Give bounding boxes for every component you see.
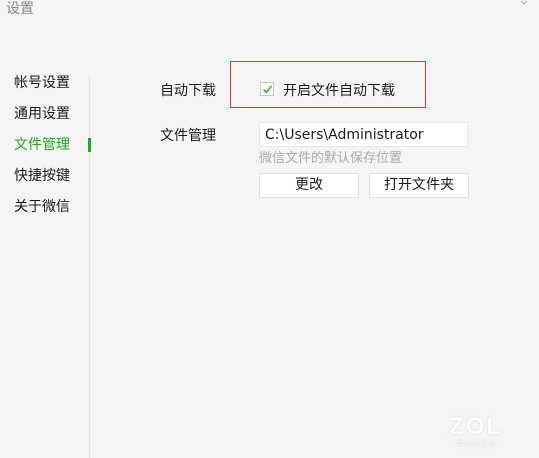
- sidebar-item-general[interactable]: 通用设置: [14, 105, 70, 123]
- auto-download-checkbox-label[interactable]: 开启文件自动下载: [283, 82, 395, 100]
- sidebar-item-account[interactable]: 帐号设置: [14, 74, 70, 92]
- close-icon[interactable]: [519, 0, 529, 6]
- auto-download-checkbox[interactable]: [260, 82, 274, 96]
- check-icon: [263, 85, 273, 94]
- sidebar-item-file-management[interactable]: 文件管理: [14, 136, 70, 154]
- file-manage-label: 文件管理: [160, 128, 216, 144]
- save-path-field[interactable]: [259, 122, 468, 147]
- sidebar-divider: [89, 76, 90, 458]
- zol-watermark: ZOL 中关村在线: [445, 414, 507, 450]
- sidebar-item-about[interactable]: 关于微信: [14, 198, 70, 216]
- open-folder-button[interactable]: 打开文件夹: [369, 173, 469, 198]
- auto-download-label: 自动下载: [160, 83, 216, 99]
- save-path-hint: 微信文件的默认保存位置: [259, 151, 403, 166]
- active-indicator: [88, 138, 91, 152]
- watermark-subtitle: 中关村在线: [456, 440, 496, 448]
- sidebar-item-shortcuts[interactable]: 快捷按键: [14, 167, 70, 185]
- watermark-logo: ZOL: [449, 413, 503, 440]
- change-path-button[interactable]: 更改: [259, 173, 359, 198]
- window-title: 设置: [6, 1, 34, 17]
